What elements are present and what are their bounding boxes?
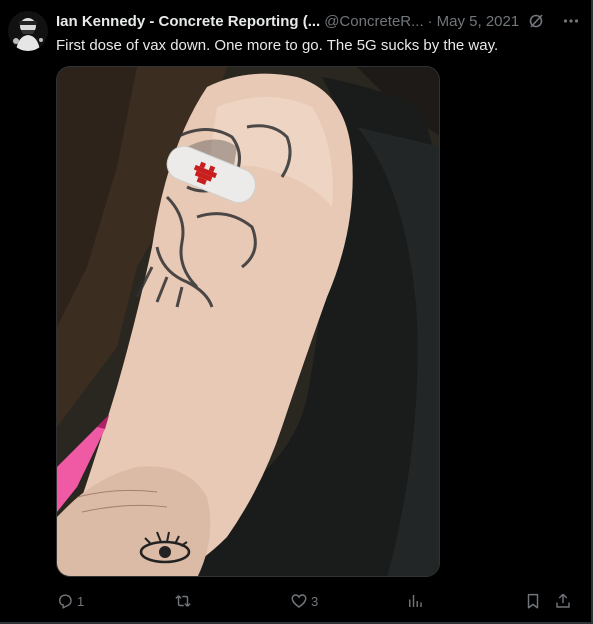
avatar[interactable] [8,11,48,51]
like-button[interactable]: 3 [290,590,318,612]
more-options-icon[interactable] [561,11,581,31]
views-button[interactable] [406,590,427,612]
like-count: 3 [311,593,319,609]
reply-button[interactable]: 1 [56,590,84,612]
share-icon [556,593,570,608]
tweet-header: Ian Kennedy - Concrete Reporting (... @C… [56,11,581,31]
bookmark-icon [527,593,539,609]
tweet-photo[interactable] [56,66,440,577]
tweet-actions: 1 3 [56,590,576,612]
tweet-date[interactable]: May 5, 2021 [437,13,520,30]
reply-count: 1 [77,593,85,609]
header-separator: · [427,12,433,30]
tweet-text: First dose of vax down. One more to go. … [56,37,499,54]
reply-icon [59,594,72,609]
author-handle[interactable]: @ConcreteR... [324,13,423,30]
retweet-button[interactable] [174,590,195,612]
heart-icon [291,594,307,608]
share-button[interactable] [554,590,572,612]
grok-icon[interactable] [527,12,545,30]
bookmark-button[interactable] [524,590,542,612]
author-name[interactable]: Ian Kennedy - Concrete Reporting (... [56,13,320,30]
retweet-icon [175,595,191,607]
views-icon [409,595,422,607]
